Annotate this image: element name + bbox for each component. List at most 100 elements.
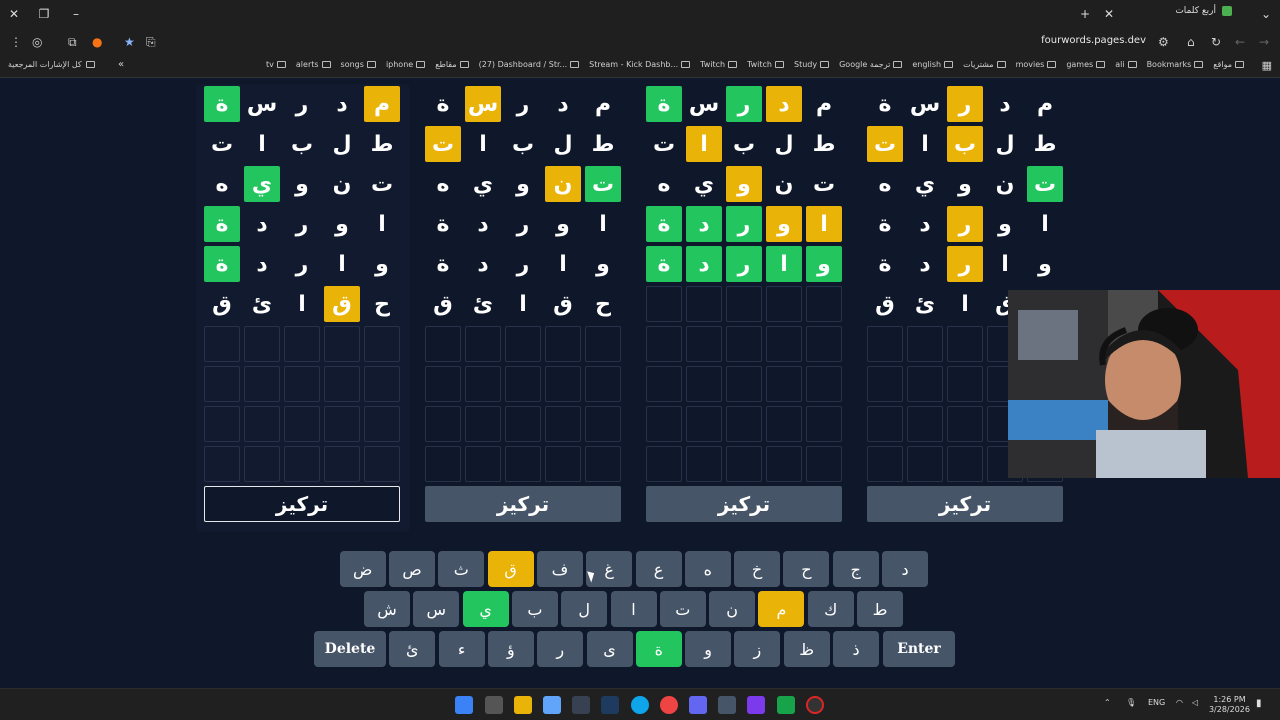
keyboard-key[interactable]: ث [438, 551, 485, 587]
bookmark-item[interactable]: (27) Dashboard / Str... [479, 60, 580, 69]
delete-key[interactable]: Delete [314, 631, 386, 667]
edge-icon[interactable] [631, 696, 649, 714]
bookmark-item[interactable]: Stream - Kick Dashb... [589, 60, 691, 69]
extension-fire-icon[interactable]: ● [92, 34, 102, 50]
keyboard-key[interactable]: ف [536, 551, 583, 587]
steam-icon[interactable] [601, 696, 619, 714]
forward-icon[interactable]: ← [1235, 34, 1245, 50]
keyboard-key[interactable]: ة [635, 631, 682, 667]
chrome-icon[interactable] [660, 696, 678, 714]
address-bar-url[interactable]: fourwords.pages.dev [1041, 35, 1146, 46]
keyboard-key[interactable]: ع [635, 551, 682, 587]
profile-icon[interactable]: ◎ [32, 34, 42, 50]
bookmarks-overflow-icon[interactable]: « [118, 59, 124, 70]
bookmark-item[interactable]: iphone [386, 60, 426, 69]
tray-overflow-icon[interactable]: ⌃ [1104, 698, 1111, 707]
bookmark-item[interactable]: tv [266, 60, 286, 69]
minimize-window-icon[interactable]: – [62, 0, 90, 28]
keyboard-key[interactable]: ج [832, 551, 879, 587]
discord-icon[interactable] [689, 696, 707, 714]
keyboard-key[interactable]: م [758, 591, 805, 627]
bookmark-item[interactable]: movies [1016, 60, 1057, 69]
restore-window-icon[interactable]: ❐ [30, 0, 58, 28]
enter-key[interactable]: Enter [883, 631, 955, 667]
windows-taskbar: ⌃ 🎙 ENG ◠ ◁ 1:26 PM 3/28/2026 ▮ [0, 688, 1280, 720]
windows-start-icon[interactable] [455, 696, 473, 714]
bookmark-item[interactable]: مواقع [1213, 60, 1244, 69]
keyboard-key[interactable]: ط [857, 591, 903, 627]
bookmark-item[interactable]: مقاطع [435, 60, 469, 69]
menu-dots-icon[interactable]: ⋮ [10, 34, 22, 50]
language-indicator[interactable]: ENG [1148, 698, 1165, 707]
keyboard-key[interactable]: ص [389, 551, 435, 587]
close-window-icon[interactable]: ✕ [0, 0, 28, 28]
browser-tab[interactable]: أربع كلمات [1175, 6, 1232, 16]
terminal-icon[interactable] [572, 696, 590, 714]
bookmark-item[interactable]: songs [341, 60, 376, 69]
focus-button[interactable]: تركيز [867, 486, 1063, 522]
xbox-icon[interactable] [777, 696, 795, 714]
keyboard-key[interactable]: ن [709, 591, 756, 627]
all-bookmarks-folder[interactable]: كل الإشارات المرجعية [8, 60, 95, 69]
keyboard-key[interactable]: ه [684, 551, 731, 587]
keyboard-key[interactable]: ؤ [487, 631, 534, 667]
bookmark-item[interactable]: games [1066, 60, 1106, 69]
volume-icon[interactable]: ◁ [1192, 698, 1198, 707]
keyboard-key[interactable]: خ [734, 551, 781, 587]
keyboard-key[interactable]: د [882, 551, 928, 587]
bookmark-item[interactable]: english [912, 60, 954, 69]
bookmark-item[interactable]: alerts [296, 60, 331, 69]
notification-icon[interactable]: ▮ [1256, 698, 1262, 709]
bookmark-star-icon[interactable]: ★ [124, 34, 135, 50]
keyboard-key[interactable]: ي [462, 591, 509, 627]
task-view-icon[interactable] [485, 696, 503, 714]
back-icon[interactable]: → [1259, 34, 1269, 50]
keyboard-key[interactable]: ئ [389, 631, 436, 667]
bookmark-item[interactable]: مشتريات [963, 60, 1006, 69]
keyboard-key[interactable]: ء [438, 631, 485, 667]
empty-tile [686, 406, 722, 442]
focus-button[interactable]: تركيز [204, 486, 400, 522]
site-settings-icon[interactable]: ⚙ [1158, 34, 1169, 50]
home-icon[interactable]: ⌂ [1187, 34, 1195, 50]
keyboard-key[interactable]: ك [807, 591, 854, 627]
empty-tile [505, 446, 541, 482]
keyboard-key[interactable]: ح [783, 551, 830, 587]
bookmark-item[interactable]: Bookmarks [1147, 60, 1204, 69]
bookmark-item[interactable]: Twitch [700, 60, 738, 69]
calendar-icon[interactable] [543, 696, 561, 714]
focus-button[interactable]: تركيز [646, 486, 842, 522]
keyboard-key[interactable]: ى [586, 631, 633, 667]
obs-icon[interactable] [747, 696, 765, 714]
keyboard-key[interactable]: ا [610, 591, 657, 627]
recording-icon[interactable] [806, 696, 824, 714]
tab-menu-chevron-icon[interactable]: ⌄ [1252, 0, 1280, 28]
keyboard-key[interactable]: ذ [833, 631, 879, 667]
keyboard-key[interactable]: ر [537, 631, 584, 667]
keyboard-key[interactable]: ض [339, 551, 386, 587]
bookmark-item[interactable]: Google ترجمة [839, 60, 903, 69]
apps-grid-icon[interactable]: ▦ [1262, 59, 1272, 72]
bookmark-item[interactable]: Study [794, 60, 830, 69]
system-clock[interactable]: 1:26 PM 3/28/2026 [1209, 695, 1250, 715]
keyboard-key[interactable]: ش [364, 591, 410, 627]
keyboard-key[interactable]: ب [511, 591, 558, 627]
keyboard-key[interactable]: ز [734, 631, 781, 667]
keyboard-key[interactable]: س [413, 591, 460, 627]
close-tab-icon[interactable]: ✕ [1095, 0, 1123, 28]
reload-icon[interactable]: ↻ [1211, 34, 1221, 50]
keyboard-key[interactable]: ل [561, 591, 608, 627]
share-icon[interactable]: ⎘ [146, 34, 156, 50]
keyboard-key[interactable]: ق [487, 551, 534, 587]
microphone-icon[interactable]: 🎙 [1126, 698, 1136, 707]
extensions-icon[interactable]: ⧉ [68, 34, 77, 50]
app-icon[interactable] [718, 696, 736, 714]
keyboard-key[interactable]: ت [659, 591, 706, 627]
bookmark-item[interactable]: Twitch [747, 60, 784, 69]
bookmark-item[interactable]: ali [1115, 60, 1137, 69]
file-explorer-icon[interactable] [514, 696, 532, 714]
focus-button[interactable]: تركيز [425, 486, 621, 522]
keyboard-key[interactable]: و [685, 631, 732, 667]
wifi-icon[interactable]: ◠ [1176, 698, 1183, 707]
keyboard-key[interactable]: ظ [783, 631, 830, 667]
